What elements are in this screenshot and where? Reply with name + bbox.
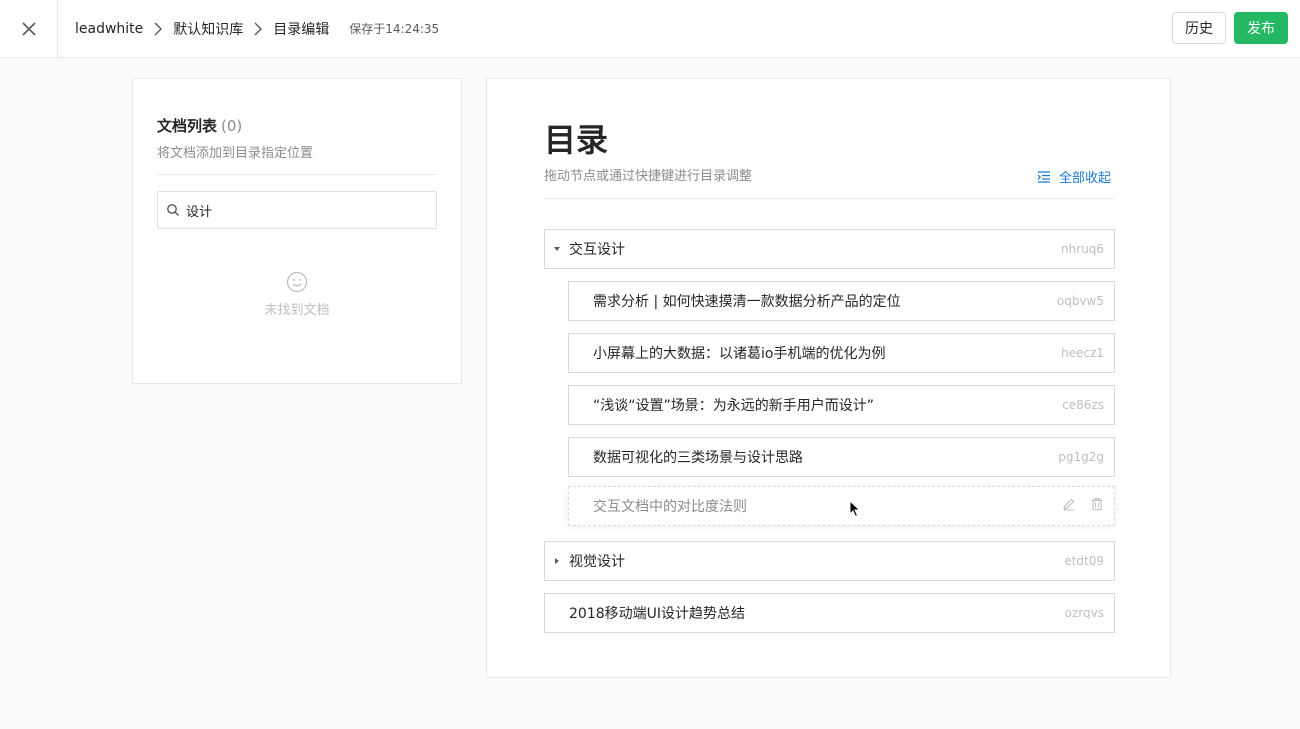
toc-node-label: 需求分析 | 如何快速摸清一款数据分析产品的定位 [593, 294, 901, 310]
toc-node-dragging[interactable]: 交互文档中的对比度法则 [568, 486, 1115, 526]
trash-icon[interactable] [1090, 497, 1104, 511]
caret-right-icon[interactable] [545, 542, 569, 580]
toc-node-slug: oqbvw5 [1056, 294, 1104, 308]
doc-list-subtitle: 将文档添加到目录指定位置 [157, 146, 314, 161]
toc-node-label: 交互文档中的对比度法则 [593, 499, 747, 515]
doc-count: (0) [221, 117, 243, 135]
collapse-list-icon [1037, 170, 1050, 183]
caret-down-icon[interactable] [545, 230, 569, 268]
toc-hint: 拖动节点或通过快捷键进行目录调整 [544, 169, 753, 184]
top-bar: leadwhite 默认知识库 目录编辑 保存于14:24:35 历史 发布 [0, 0, 1300, 58]
empty-text: 未找到文档 [264, 303, 330, 318]
toc-node[interactable]: “浅谈“设置”场景：为永远的新手用户而设计” ce86zs [568, 385, 1115, 425]
close-button[interactable] [0, 0, 58, 58]
chevron-right-icon [147, 18, 169, 40]
toc-panel: 目录 拖动节点或通过快捷键进行目录调整 全部收起 交互设计 nhruq6 需求分… [486, 78, 1171, 678]
toc-node-slug: ce86zs [1062, 398, 1104, 412]
save-status: 保存于14:24:35 [349, 22, 440, 36]
divider [544, 198, 1114, 199]
doc-list-title-text: 文档列表 [157, 117, 218, 135]
search-input[interactable] [186, 202, 416, 218]
toc-node-slug: nhruq6 [1060, 242, 1104, 256]
divider [157, 174, 437, 175]
toc-node-slug: heecz1 [1061, 346, 1104, 360]
toc-node[interactable]: 2018移动端UI设计趋势总结 ozrqvs [544, 593, 1115, 633]
toc-node[interactable]: 交互设计 nhruq6 [544, 229, 1115, 269]
toc-title: 目录 [544, 121, 609, 159]
toc-node-label: 视觉设计 [569, 554, 625, 570]
search-box[interactable] [157, 191, 437, 229]
doc-list-title: 文档列表 (0) [157, 115, 242, 136]
toc-node[interactable]: 视觉设计 etdt09 [544, 541, 1115, 581]
toc-node-slug: etdt09 [1064, 554, 1104, 568]
toc-node-label: 数据可视化的三类场景与设计思路 [593, 450, 803, 466]
breadcrumb-repo[interactable]: 默认知识库 [173, 19, 243, 39]
doc-list-panel: 文档列表(0) 将文档添加到目录指定位置 未找到文档 [132, 78, 462, 384]
node-actions [1062, 497, 1104, 511]
mouse-cursor-icon [849, 500, 861, 518]
history-button[interactable]: 历史 [1172, 12, 1226, 44]
toc-node-slug: pg1g2g [1058, 450, 1104, 464]
collapse-all-label: 全部收起 [1059, 171, 1112, 186]
close-icon [21, 22, 36, 36]
toc-node-label: 小屏幕上的大数据：以诸葛io手机端的优化为例 [593, 346, 886, 362]
smile-icon [286, 271, 308, 293]
toc-node-label: 交互设计 [569, 242, 625, 258]
empty-state: 未找到文档 [133, 271, 461, 318]
chevron-right-icon [247, 18, 269, 40]
publish-button[interactable]: 发布 [1234, 12, 1288, 44]
breadcrumb: leadwhite 默认知识库 目录编辑 保存于14:24:35 [75, 0, 439, 57]
search-icon [167, 204, 179, 216]
toc-node[interactable]: 需求分析 | 如何快速摸清一款数据分析产品的定位 oqbvw5 [568, 281, 1115, 321]
toc-node-label: “浅谈“设置”场景：为永远的新手用户而设计” [593, 398, 875, 414]
breadcrumb-current: 目录编辑 [273, 21, 330, 38]
toc-node[interactable]: 数据可视化的三类场景与设计思路 pg1g2g [568, 437, 1115, 477]
collapse-all-button[interactable]: 全部收起 [1037, 167, 1111, 186]
toc-node[interactable]: 小屏幕上的大数据：以诸葛io手机端的优化为例 heecz1 [568, 333, 1115, 373]
edit-icon[interactable] [1062, 497, 1076, 511]
toc-node-label: 2018移动端UI设计趋势总结 [569, 606, 746, 622]
toc-node-slug: ozrqvs [1064, 606, 1104, 620]
breadcrumb-user[interactable]: leadwhite [75, 21, 143, 37]
